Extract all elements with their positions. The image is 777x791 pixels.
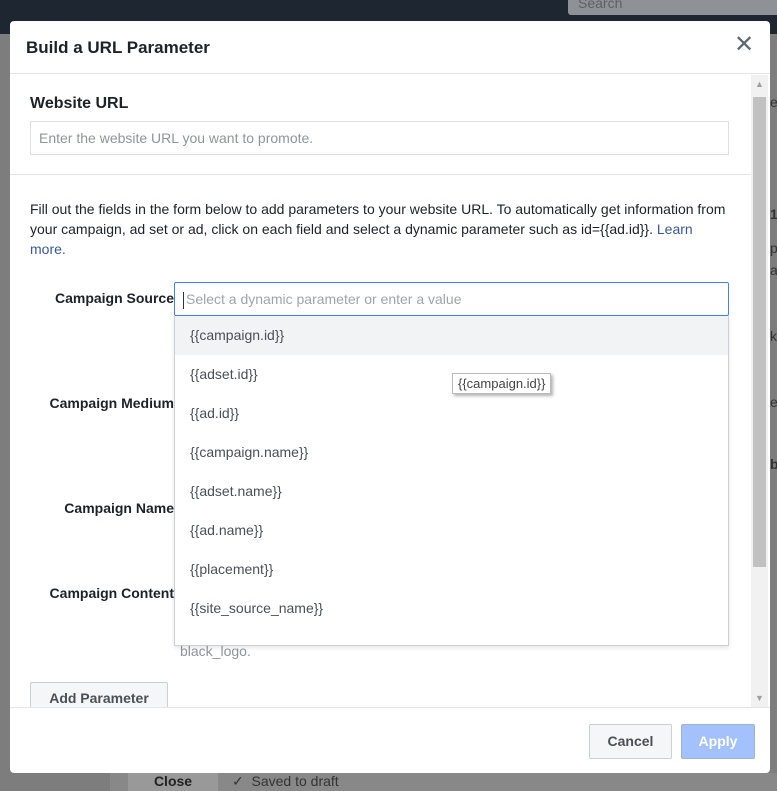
saved-status-text: Saved to draft (251, 773, 339, 789)
dialog-title: Build a URL Parameter (26, 38, 210, 57)
cancel-button[interactable]: Cancel (589, 724, 672, 759)
bg-fragment: ev (770, 394, 777, 410)
bg-fragment: a (770, 262, 777, 278)
dropdown-option[interactable]: {{campaign.id}} (175, 316, 728, 355)
campaign-medium-label: Campaign Medium (49, 395, 174, 411)
close-icon[interactable]: ✕ (734, 33, 754, 57)
campaign-content-label: Campaign Content (49, 585, 174, 601)
search-input[interactable]: Search (568, 0, 777, 15)
website-url-section: Website URL Enter the website URL you wa… (10, 75, 751, 175)
dropdown-option[interactable]: {{ad.id}} (175, 394, 728, 433)
scroll-up-arrow-icon[interactable]: ▲ (755, 79, 764, 89)
scroll-down-arrow-icon[interactable]: ▼ (755, 693, 764, 703)
website-url-label: Website URL (30, 95, 129, 112)
background-close-button[interactable]: Close (128, 773, 218, 791)
dropdown-option[interactable]: {{ad.name}} (175, 511, 728, 550)
campaign-source-placeholder: Select a dynamic parameter or enter a va… (186, 291, 462, 307)
campaign-name-label: Campaign Name (64, 500, 174, 516)
dialog-body: Website URL Enter the website URL you wa… (10, 75, 751, 707)
dialog-footer: Cancel Apply (10, 707, 770, 773)
dialog-scrollbar[interactable]: ▲ ▼ (751, 75, 768, 707)
saved-status: ✓ Saved to draft (232, 773, 339, 790)
bg-fragment: 1 (770, 206, 777, 222)
tooltip: {{campaign.id}} (452, 373, 552, 394)
bg-fragment: b (770, 456, 777, 472)
bg-fragment: e (770, 94, 777, 110)
dropdown-option[interactable]: {{campaign.name}} (175, 433, 728, 472)
instructions: Fill out the fields in the form below to… (30, 201, 726, 237)
scrollbar-thumb[interactable] (753, 97, 766, 567)
dialog-header: Build a URL Parameter ✕ (10, 21, 770, 74)
check-icon: ✓ (232, 773, 252, 789)
apply-button[interactable]: Apply (681, 724, 755, 759)
add-parameter-button[interactable]: Add Parameter (30, 682, 168, 707)
dropdown-option[interactable]: {{placement}} (175, 550, 728, 589)
dropdown-option[interactable]: {{adset.name}} (175, 472, 728, 511)
bg-fragment: pe (770, 240, 777, 256)
campaign-source-input[interactable]: Select a dynamic parameter or enter a va… (174, 282, 729, 316)
dynamic-parameter-dropdown: {{campaign.id}} {{adset.id}} {{ad.id}} {… (174, 316, 729, 646)
website-url-input[interactable]: Enter the website URL you want to promot… (30, 121, 729, 155)
campaign-source-label: Campaign Source (54, 290, 174, 306)
text-caret (183, 291, 184, 309)
dropdown-option[interactable]: {{site_source_name}} (175, 589, 728, 628)
instructions-text: Fill out the fields in the form below to… (30, 199, 730, 259)
bg-fragment: k (770, 328, 777, 344)
build-url-parameter-dialog: Build a URL Parameter ✕ Website URL Ente… (10, 21, 770, 773)
